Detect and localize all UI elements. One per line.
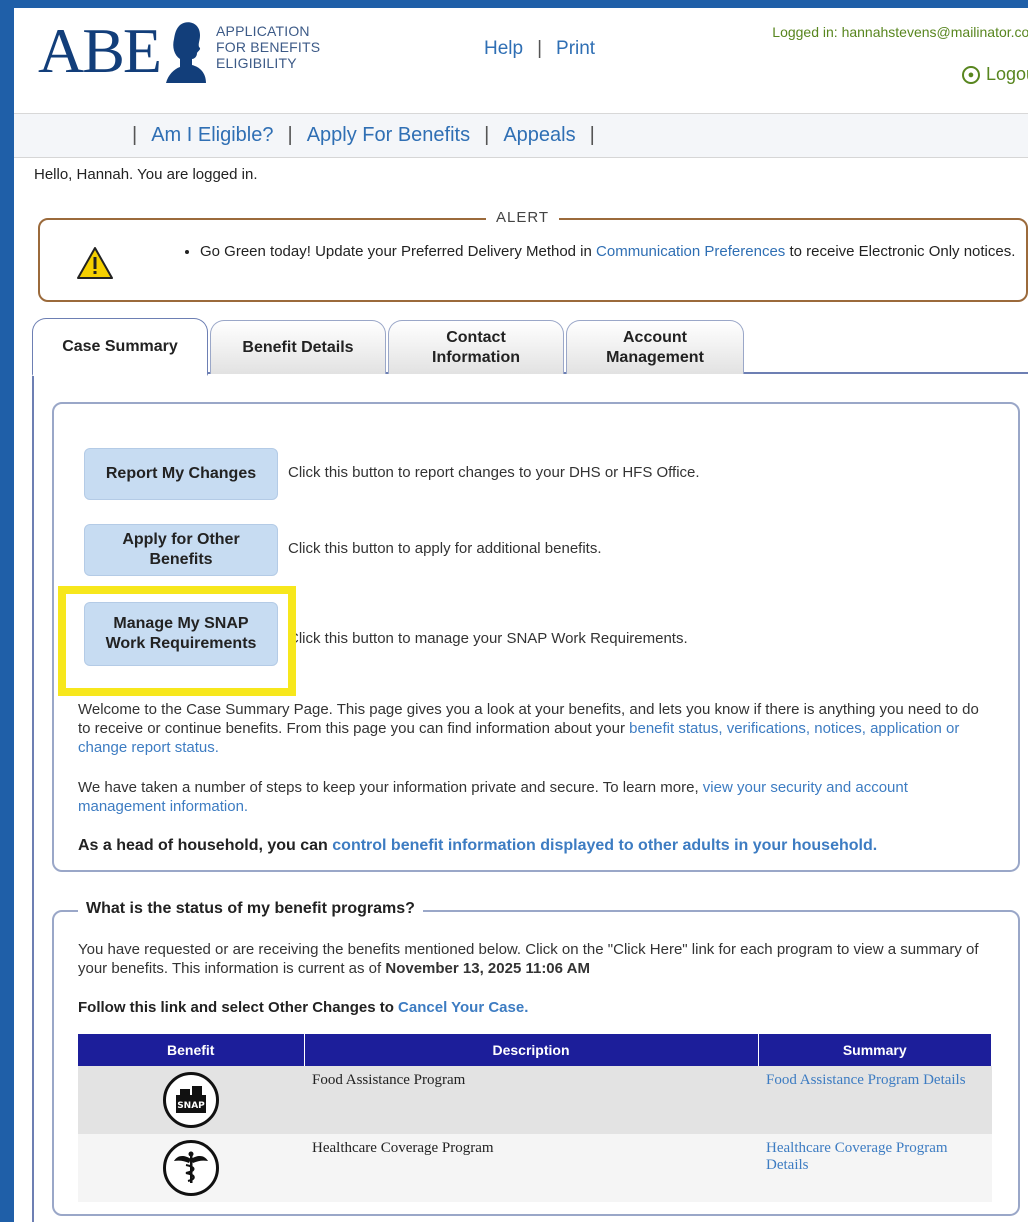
logout-link[interactable]: ● Logou (961, 64, 1028, 85)
logo-subtitle-line: APPLICATION (216, 23, 310, 39)
apply-other-benefits-button[interactable]: Apply for Other Benefits (84, 524, 278, 576)
print-link[interactable]: Print (556, 38, 595, 60)
description-cell: Healthcare Coverage Program (304, 1134, 758, 1202)
healthcare-coverage-details-link[interactable]: Healthcare Coverage Program Details (766, 1140, 948, 1173)
separator: | (287, 124, 293, 146)
alert-text-before: Go Green today! Update your Preferred De… (200, 243, 597, 260)
svg-text:SNAP: SNAP (177, 1101, 205, 1111)
summary-cell: Food Assistance Program Details (758, 1066, 992, 1134)
lincoln-silhouette-icon (166, 22, 206, 83)
content-border (32, 372, 34, 1222)
status-intro: You have requested or are receiving the … (78, 940, 994, 978)
follow-text: Follow this link and select Other Change… (78, 999, 399, 1016)
column-header-description: Description (304, 1034, 759, 1066)
separator: | (484, 124, 490, 146)
summary-cell: Healthcare Coverage Program Details (758, 1134, 992, 1202)
column-header-summary: Summary (758, 1034, 992, 1066)
manage-snap-work-requirements-button[interactable]: Manage My SNAP Work Requirements (84, 602, 278, 666)
household-control-link[interactable]: control benefit information displayed to… (332, 837, 877, 854)
apply-benefits-description: Click this button to apply for additiona… (288, 540, 602, 557)
column-header-benefit: Benefit (78, 1034, 305, 1066)
logo-subtitle-line: ELIGIBILITY (216, 55, 297, 71)
table-row: Healthcare Coverage Program Healthcare C… (78, 1134, 992, 1202)
report-my-changes-button[interactable]: Report My Changes (84, 448, 278, 500)
alert-box: ALERT Go Green today! Update your Prefer… (38, 209, 1028, 302)
logo-subtitle: APPLICATION FOR BENEFITS ELIGIBILITY (216, 23, 320, 71)
snap-icon: SNAP (163, 1072, 219, 1128)
alert-title: ALERT (486, 209, 560, 226)
status-date: November 13, 2025 11:06 AM (385, 960, 590, 977)
greeting-text: Hello, Hannah. You are logged in. (34, 166, 258, 183)
tab-benefit-details[interactable]: Benefit Details (210, 320, 386, 374)
communication-preferences-link[interactable]: Communication Preferences (596, 243, 785, 260)
site-header: ABE APPLICATION FOR BENEFITS ELIGIBILITY… (14, 8, 1028, 114)
logo-text: ABE (38, 15, 162, 86)
case-summary-panel: Report My Changes Click this button to r… (52, 402, 1020, 872)
browser-page: ABE APPLICATION FOR BENEFITS ELIGIBILITY… (14, 8, 1028, 1222)
caduceus-icon (163, 1140, 219, 1196)
warning-icon (77, 247, 113, 279)
logged-in-status: Logged in: hannahstevens@mailinator.cor (772, 24, 1028, 40)
tab-bar: Case Summary Benefit Details Contact Inf… (32, 310, 1028, 376)
abe-logo[interactable]: ABE APPLICATION FOR BENEFITS ELIGIBILITY (38, 16, 320, 86)
separator: | (589, 124, 595, 146)
table-header-row: Benefit Description Summary (78, 1034, 992, 1066)
food-assistance-details-link[interactable]: Food Assistance Program Details (766, 1072, 966, 1088)
welcome-paragraph: Welcome to the Case Summary Page. This p… (78, 700, 994, 757)
separator: | (132, 124, 138, 146)
description-cell: Food Assistance Program (304, 1066, 758, 1134)
person-icon: ● (961, 65, 980, 84)
nav-appeals[interactable]: Appeals (503, 124, 575, 147)
cancel-case-paragraph: Follow this link and select Other Change… (78, 998, 994, 1017)
logout-label: Logou (985, 64, 1028, 84)
tab-case-summary[interactable]: Case Summary (32, 318, 208, 376)
alert-message: Go Green today! Update your Preferred De… (182, 242, 1022, 262)
snap-requirements-description: Click this button to manage your SNAP Wo… (288, 630, 688, 647)
benefit-cell: SNAP (78, 1066, 304, 1134)
help-print-links: Help | Print (484, 38, 595, 60)
nav-apply-for-benefits[interactable]: Apply For Benefits (307, 124, 470, 147)
nav-am-i-eligible[interactable]: Am I Eligible? (151, 124, 273, 147)
help-link[interactable]: Help (484, 38, 523, 60)
benefit-status-table: Benefit Description Summary SNAP Food As… (78, 1034, 992, 1202)
alert-text-after: to receive Electronic Only notices. (785, 243, 1016, 260)
main-nav: | Am I Eligible? | Apply For Benefits | … (14, 114, 1028, 158)
status-legend: What is the status of my benefit program… (78, 900, 423, 918)
household-paragraph: As a head of household, you can control … (78, 836, 994, 855)
benefit-cell (78, 1134, 304, 1202)
benefit-status-panel: What is the status of my benefit program… (52, 900, 1020, 1216)
table-row: SNAP Food Assistance Program Food Assist… (78, 1066, 992, 1134)
household-text: As a head of household, you can (78, 837, 333, 854)
security-text: We have taken a number of steps to keep … (78, 779, 703, 796)
tab-contact-information[interactable]: Contact Information (388, 320, 564, 374)
separator: | (537, 38, 543, 59)
tab-account-management[interactable]: Account Management (566, 320, 744, 374)
logo-subtitle-line: FOR BENEFITS (216, 39, 321, 55)
cancel-your-case-link[interactable]: Cancel Your Case. (398, 999, 528, 1016)
security-paragraph: We have taken a number of steps to keep … (78, 778, 994, 816)
report-changes-description: Click this button to report changes to y… (288, 464, 700, 481)
